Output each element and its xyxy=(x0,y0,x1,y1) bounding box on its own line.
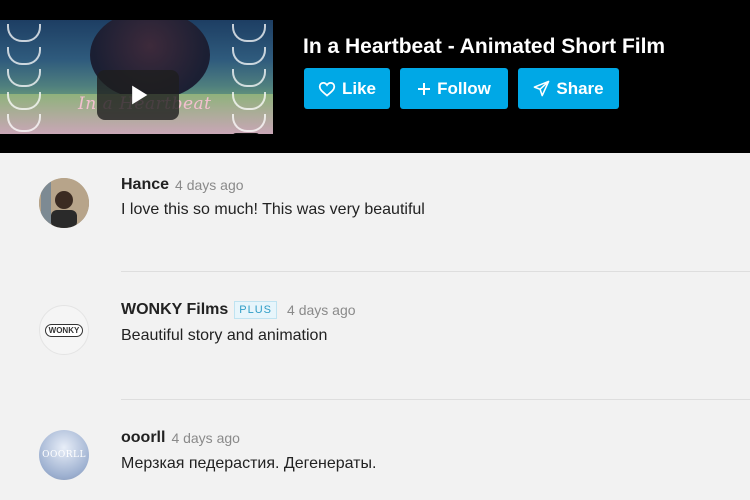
person-photo-icon xyxy=(39,178,89,228)
plus-icon xyxy=(417,82,431,96)
share-label: Share xyxy=(556,78,604,98)
follow-label: Follow xyxy=(437,78,491,98)
avatar[interactable]: WONKY xyxy=(39,305,89,355)
comment-meta: Hance 4 days ago xyxy=(121,176,244,194)
comment-date[interactable]: 4 days ago xyxy=(171,430,240,446)
expand-button[interactable] xyxy=(232,133,260,134)
avatar-logo-text: OOORLL xyxy=(42,450,86,460)
festival-laurels-left xyxy=(4,24,44,132)
comment-meta: WONKY Films PLUS 4 days ago xyxy=(121,301,356,319)
avatar[interactable] xyxy=(39,178,89,228)
festival-laurels-right xyxy=(229,24,269,132)
play-button[interactable] xyxy=(97,70,179,120)
divider xyxy=(121,399,750,400)
comment-date[interactable]: 4 days ago xyxy=(287,302,356,318)
video-header: In a Heartbeat In a Heartbeat - Animated… xyxy=(0,0,750,153)
heart-icon xyxy=(318,81,336,97)
share-button[interactable]: Share xyxy=(518,68,619,109)
comment-meta: ooorll 4 days ago xyxy=(121,429,240,447)
comment-author[interactable]: ooorll xyxy=(121,429,165,447)
avatar-logo-text: WONKY xyxy=(44,323,84,337)
video-thumbnail[interactable]: In a Heartbeat xyxy=(0,20,273,134)
comment-author[interactable]: Hance xyxy=(121,176,169,194)
video-title: In a Heartbeat - Animated Short Film xyxy=(303,35,666,58)
follow-button[interactable]: Follow xyxy=(400,68,508,109)
divider xyxy=(121,271,750,272)
comment-author[interactable]: WONKY Films xyxy=(121,301,228,319)
avatar[interactable]: OOORLL xyxy=(39,430,89,480)
comment-date[interactable]: 4 days ago xyxy=(175,177,244,193)
comment-text: I love this so much! This was very beaut… xyxy=(121,201,425,218)
send-icon xyxy=(533,80,550,97)
plus-badge: PLUS xyxy=(234,301,278,319)
comment-text: Beautiful story and animation xyxy=(121,327,328,344)
comment-text: Мерзкая педерастия. Дегенераты. xyxy=(121,455,377,472)
like-label: Like xyxy=(341,78,377,98)
like-button[interactable]: Like xyxy=(304,68,390,109)
play-icon xyxy=(132,85,148,105)
